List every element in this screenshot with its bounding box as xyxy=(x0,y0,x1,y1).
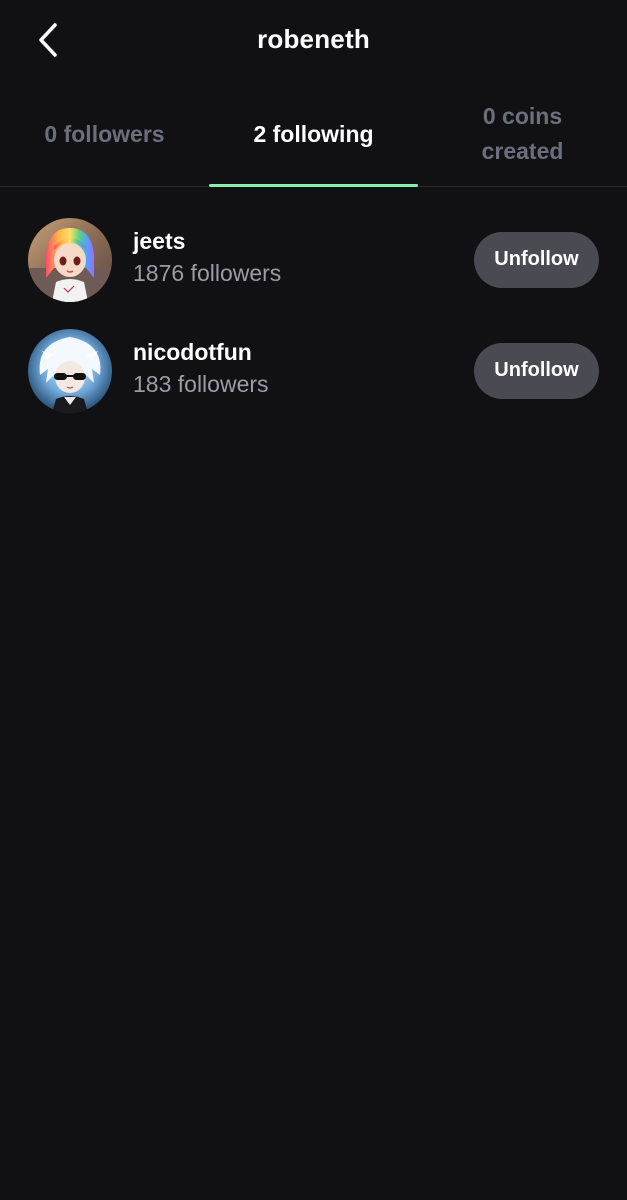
user-info: nicodotfun 183 followers xyxy=(133,337,269,401)
page-title: robeneth xyxy=(257,24,370,54)
tab-following-label: 2 following xyxy=(253,120,374,147)
unfollow-button[interactable]: Unfollow xyxy=(474,342,599,399)
following-list: jeets 1876 followers Unfollow nicodotfun… xyxy=(0,204,627,426)
unfollow-button[interactable]: Unfollow xyxy=(474,231,599,288)
tab-followers-label: 0 followers xyxy=(44,120,165,147)
username[interactable]: nicodotfun xyxy=(133,337,269,367)
follower-count: 1876 followers xyxy=(133,260,282,286)
rainbow-hair-avatar-icon xyxy=(28,217,112,302)
active-tab-indicator xyxy=(209,184,418,187)
tab-coins-created-label: 0 coins created xyxy=(481,103,564,164)
white-hair-sunglasses-avatar-icon xyxy=(28,328,112,413)
avatar[interactable] xyxy=(28,217,112,302)
tab-following[interactable]: 2 following xyxy=(209,82,418,187)
avatar[interactable] xyxy=(28,328,112,413)
tab-coins-created[interactable]: 0 coins created xyxy=(418,82,627,186)
user-info: jeets 1876 followers xyxy=(133,226,281,290)
follower-count: 183 followers xyxy=(133,371,269,397)
list-item: nicodotfun 183 followers Unfollow xyxy=(0,315,627,426)
tab-bar: 0 followers 2 following 0 coins created xyxy=(0,82,627,187)
list-item: jeets 1876 followers Unfollow xyxy=(0,204,627,315)
tab-followers[interactable]: 0 followers xyxy=(0,82,209,186)
header: robeneth xyxy=(0,0,627,82)
username[interactable]: jeets xyxy=(133,226,281,256)
